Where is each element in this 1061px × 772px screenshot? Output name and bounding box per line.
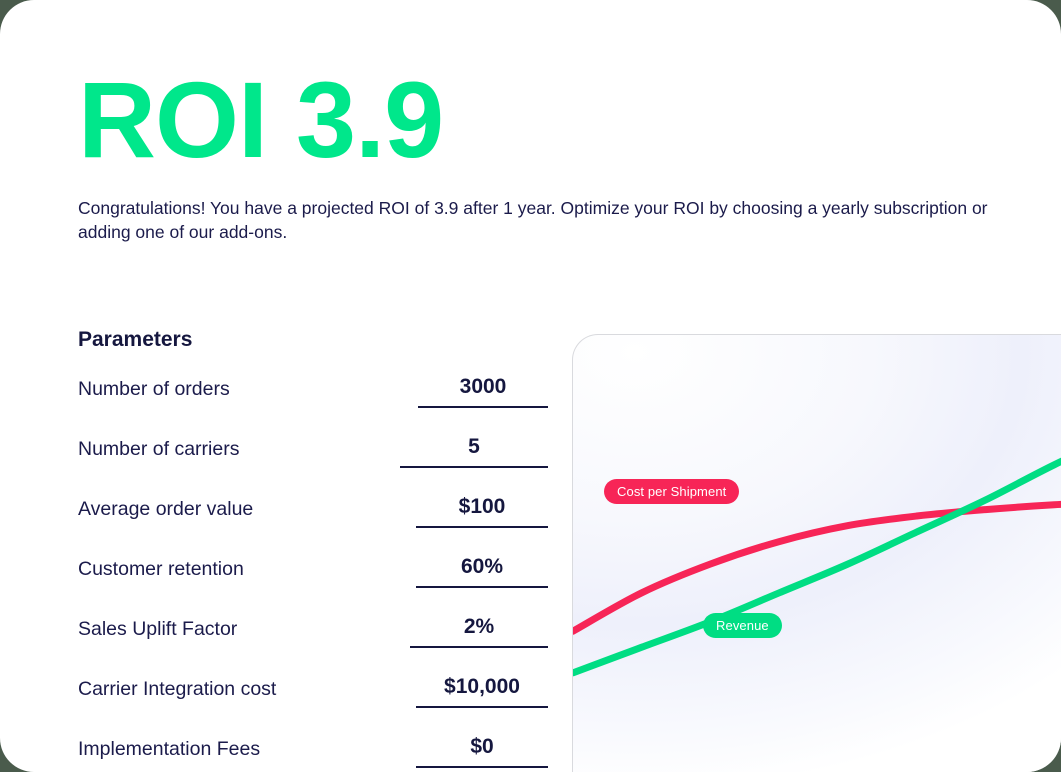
param-value: 3000 [459, 375, 507, 398]
param-value: $100 [458, 495, 506, 518]
param-value: 2% [463, 615, 495, 638]
roi-description: Congratulations! You have a projected RO… [78, 198, 988, 243]
roi-headline: ROI 3.9 [78, 59, 444, 180]
param-value: 5 [468, 435, 480, 458]
param-underline [410, 646, 548, 649]
param-underline [416, 766, 548, 769]
hero-section: ROI 3.9 Congratulations! You have a proj… [78, 66, 1028, 244]
param-label: Customer retention [78, 558, 244, 580]
param-label: Implementation Fees [78, 738, 261, 760]
cost-per-shipment-label: Cost per Shipment [604, 479, 740, 504]
param-row-implementation-fees: Implementation Fees $0 [78, 734, 548, 772]
roi-chart-panel: Cost per Shipment Revenue [572, 334, 1061, 772]
param-label: Carrier Integration cost [78, 678, 277, 700]
param-row-average-order-value: Average order value $100 [78, 494, 548, 554]
param-row-number-of-orders: Number of orders 3000 [78, 374, 548, 434]
param-field-customer-retention[interactable]: 60% [416, 554, 548, 589]
param-field-sales-uplift-factor[interactable]: 2% [410, 614, 548, 649]
param-underline [416, 586, 548, 589]
parameters-title: Parameters [78, 328, 193, 351]
param-row-carrier-integration-cost: Carrier Integration cost $10,000 [78, 674, 548, 734]
param-label: Average order value [78, 498, 254, 520]
param-value: $10,000 [444, 675, 520, 698]
param-underline [418, 406, 548, 409]
roi-chart-svg [573, 457, 1061, 677]
param-row-sales-uplift-factor: Sales Uplift Factor 2% [78, 614, 548, 674]
param-row-number-of-carriers: Number of carriers 5 [78, 434, 548, 494]
revenue-label: Revenue [703, 613, 782, 638]
result-card: ROI 3.9 Congratulations! You have a proj… [0, 0, 1061, 772]
param-value: $0 [470, 735, 494, 758]
param-value: 60% [460, 555, 504, 578]
param-field-implementation-fees[interactable]: $0 [416, 734, 548, 769]
param-label: Number of orders [78, 378, 230, 400]
param-field-carrier-integration-cost[interactable]: $10,000 [416, 674, 548, 709]
cost-per-shipment-line [573, 500, 1061, 635]
parameters-section: Parameters Number of orders 3000 Number … [78, 328, 548, 772]
param-row-customer-retention: Customer retention 60% [78, 554, 548, 614]
param-underline [416, 706, 548, 709]
param-field-average-order-value[interactable]: $100 [416, 494, 548, 529]
param-label: Number of carriers [78, 438, 240, 460]
param-label: Sales Uplift Factor [78, 618, 238, 640]
param-field-number-of-carriers[interactable]: 5 [400, 434, 548, 469]
param-field-number-of-orders[interactable]: 3000 [418, 374, 548, 409]
revenue-line [573, 457, 1061, 677]
param-underline [416, 526, 548, 529]
param-underline [400, 466, 548, 469]
